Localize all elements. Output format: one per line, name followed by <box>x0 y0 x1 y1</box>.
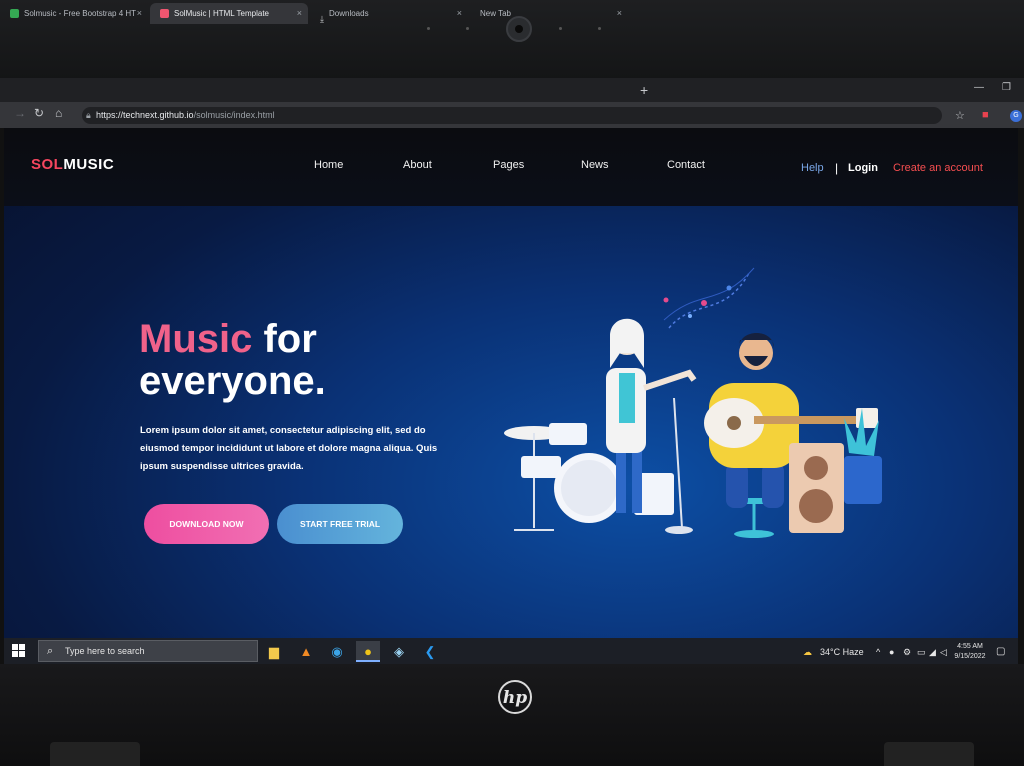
volume-icon[interactable]: ◁ <box>940 647 947 658</box>
tray-app-icon[interactable]: ⚙ <box>903 647 911 658</box>
tab-close-icon[interactable]: × <box>137 3 142 24</box>
tab-label: New Tab <box>480 9 511 18</box>
menu-item-news[interactable]: News <box>581 159 609 171</box>
tray-app-icon[interactable]: ● <box>889 647 894 657</box>
create-account-link[interactable]: Create an account <box>893 162 983 174</box>
vlc-icon[interactable]: ▲ <box>294 641 318 662</box>
logo-sol: SOL <box>31 156 64 173</box>
menu-item-pages[interactable]: Pages <box>493 159 524 171</box>
edge-icon[interactable]: ◉ <box>325 641 349 662</box>
search-icon: ⌕ <box>47 645 54 657</box>
search-placeholder: Type here to search <box>65 646 145 656</box>
sensor-dot <box>559 27 562 30</box>
url-scheme: https:// <box>96 110 124 120</box>
download-icon: ⤓ <box>320 14 324 24</box>
header-separator: | <box>835 161 839 175</box>
file-explorer-icon[interactable]: ▆ <box>262 641 286 662</box>
browser-tab-active[interactable]: SolMusic | HTML Template × <box>150 3 308 24</box>
taskbar-clock[interactable]: 4:55 AM 9/15/2022 <box>952 642 988 662</box>
browser-tabstrip <box>0 78 1024 102</box>
tab-label: Downloads <box>328 9 369 18</box>
browser-tab[interactable]: ⤓ Downloads × <box>310 3 468 24</box>
restore-icon[interactable]: ❐ <box>1002 82 1011 93</box>
taskbar-search-box[interactable]: ⌕ Type here to search <box>38 640 258 662</box>
bookmark-star-icon[interactable]: ☆ <box>955 109 965 122</box>
vscode-icon[interactable]: ❮ <box>418 641 442 662</box>
minimize-icon[interactable]: — <box>974 82 984 93</box>
browser-tab[interactable]: Solmusic - Free Bootstrap 4 HT × <box>0 3 148 24</box>
hp-logo: hp <box>498 680 532 714</box>
clock-date: 9/15/2022 <box>954 653 986 660</box>
tab-close-icon[interactable]: × <box>457 3 462 24</box>
wifi-icon[interactable]: ◢ <box>929 647 936 658</box>
url-path: /solmusic/index.html <box>193 110 275 120</box>
logo-music: MUSIC <box>63 156 115 173</box>
login-link[interactable]: Login <box>848 162 878 174</box>
favicon-icon <box>160 9 169 19</box>
hero-title: Music for everyone. <box>139 318 326 402</box>
weather-text[interactable]: 34°C Haze <box>820 647 864 657</box>
tray-chevron-icon[interactable]: ^ <box>876 647 880 657</box>
home-icon[interactable]: ⌂ <box>55 106 62 120</box>
notification-icon[interactable]: ▢ <box>996 646 1005 657</box>
new-tab-button[interactable]: + <box>640 82 648 98</box>
hero-title-line2: everyone. <box>139 359 326 403</box>
weather-icon[interactable]: ☁ <box>803 647 812 658</box>
extension-icon[interactable]: ■ <box>982 109 989 121</box>
lock-icon: 🔒︎ <box>86 110 91 120</box>
address-bar[interactable]: 🔒︎ https://technext.github.io/solmusic/i… <box>82 107 942 124</box>
chrome-icon[interactable]: ● <box>356 641 380 662</box>
sensor-dot <box>427 27 430 30</box>
forward-icon[interactable]: → <box>14 106 26 120</box>
hero-description: Lorem ipsum dolor sit amet, consectetur … <box>140 425 438 472</box>
laptop-hinge <box>884 742 974 766</box>
sensor-dot <box>598 27 601 30</box>
help-link[interactable]: Help <box>801 162 824 174</box>
battery-icon[interactable]: ▭ <box>917 647 926 658</box>
download-now-button[interactable]: DOWNLOAD NOW <box>144 504 269 544</box>
start-free-trial-button[interactable]: START FREE TRIAL <box>277 504 403 544</box>
laptop-bezel-right <box>1018 78 1024 666</box>
site-logo[interactable]: SOLMUSIC <box>31 156 114 173</box>
tab-close-icon[interactable]: × <box>297 3 302 24</box>
favicon-icon <box>10 9 19 19</box>
tab-close-icon[interactable]: × <box>617 3 622 24</box>
clock-time: 4:55 AM <box>957 643 983 650</box>
website-viewport: SOLMUSIC Home About Pages News Contact H… <box>4 128 1018 638</box>
laptop-hinge <box>50 742 140 766</box>
reload-icon[interactable]: ↻ <box>34 106 44 120</box>
menu-item-contact[interactable]: Contact <box>667 159 705 171</box>
url-host: technext.github.io <box>123 110 194 120</box>
hero-title-rest: for <box>252 317 317 361</box>
tab-label: Solmusic - Free Bootstrap 4 HT <box>24 9 137 18</box>
tab-label: SolMusic | HTML Template <box>174 9 269 18</box>
windows-start-icon[interactable] <box>12 644 25 657</box>
profile-avatar[interactable]: G <box>1010 110 1022 122</box>
paint-icon[interactable]: ◈ <box>387 641 411 662</box>
band-illustration <box>504 267 882 538</box>
hero-title-highlight: Music <box>139 317 253 361</box>
menu-item-about[interactable]: About <box>403 159 432 171</box>
menu-item-home[interactable]: Home <box>314 159 343 171</box>
hp-logo-text: hp <box>502 688 528 708</box>
sensor-dot <box>466 27 469 30</box>
site-header: SOLMUSIC Home About Pages News Contact H… <box>4 128 1018 206</box>
browser-tab[interactable]: New Tab × <box>470 3 628 24</box>
